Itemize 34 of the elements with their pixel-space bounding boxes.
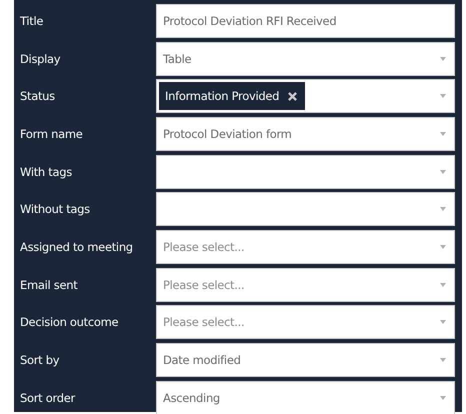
field-label: Title <box>19 14 44 28</box>
caret-icon <box>440 244 446 249</box>
tag-select-field[interactable]: Information Provided <box>156 79 455 114</box>
select-field[interactable]: Date modified <box>156 343 455 378</box>
select-field[interactable] <box>156 192 455 226</box>
field-label: Without tags <box>19 202 91 216</box>
caret-icon <box>440 170 446 174</box>
field-label: With tags <box>19 164 73 179</box>
caret-icon <box>440 320 446 324</box>
text-field[interactable]: Protocol Deviation RFI Received <box>156 4 455 38</box>
caret-icon <box>440 132 446 136</box>
caret-icon <box>440 396 446 400</box>
caret-icon <box>440 207 446 212</box>
caret-icon <box>440 358 446 362</box>
field-label: Form name <box>19 126 84 141</box>
caret-icon <box>440 282 446 287</box>
field-label: Sort by <box>19 353 60 368</box>
tag-label: Information Provided <box>165 89 280 104</box>
field-label: Email sent <box>19 278 78 292</box>
caret-icon <box>440 56 446 61</box>
field-label: Status <box>19 89 56 104</box>
field-label: Sort order <box>19 390 76 405</box>
select-field[interactable]: Table <box>156 42 455 76</box>
select-field[interactable]: Ascending <box>156 380 455 414</box>
select-field[interactable] <box>156 154 455 189</box>
field-label: Display <box>19 52 62 66</box>
select-field[interactable]: Please select... <box>156 268 455 302</box>
field-label: Assigned to meeting <box>19 240 134 254</box>
select-field[interactable]: Please select... <box>156 230 455 264</box>
select-field[interactable]: Please select... <box>156 305 455 340</box>
caret-icon <box>440 94 446 98</box>
field-label: Decision outcome <box>19 315 120 330</box>
select-field[interactable]: Protocol Deviation form <box>156 116 455 151</box>
remove-tag-icon[interactable] <box>288 92 298 101</box>
